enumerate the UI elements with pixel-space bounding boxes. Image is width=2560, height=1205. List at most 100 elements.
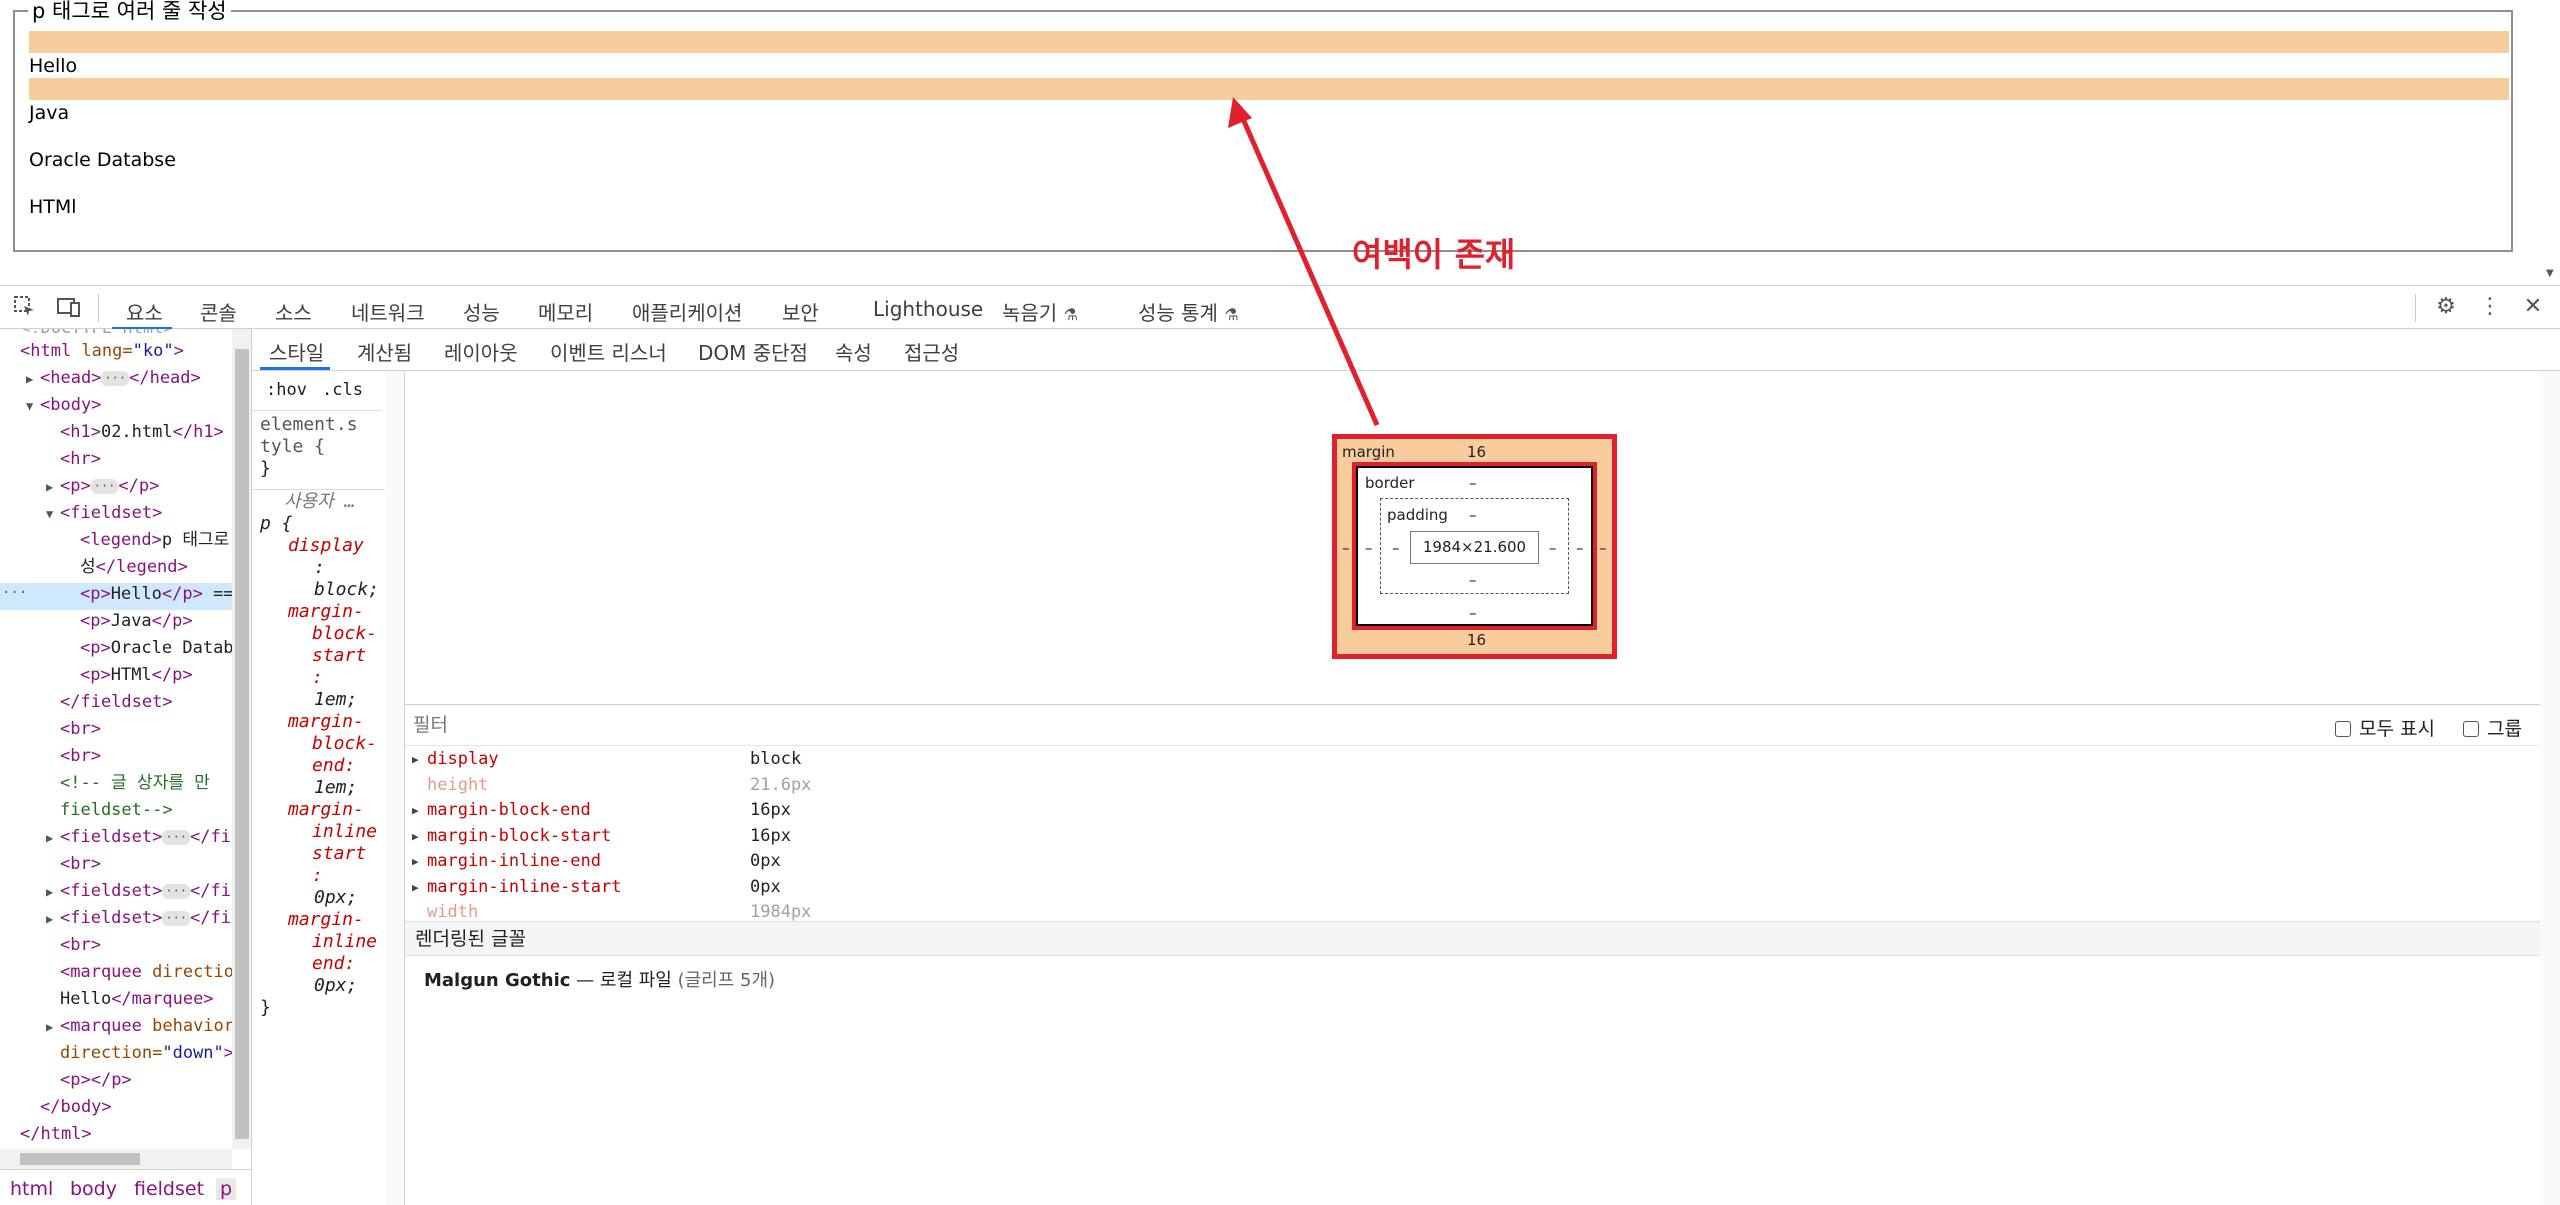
- collapsed-content-icon[interactable]: ···: [162, 829, 191, 845]
- breadcrumb-body[interactable]: body: [70, 1178, 117, 1200]
- computed-property-row[interactable]: ▶ margin-block-start 16px: [405, 824, 2540, 849]
- style-prop-name[interactable]: start: [312, 645, 366, 667]
- margin-top-value[interactable]: 16: [1467, 443, 1486, 461]
- close-devtools-icon[interactable]: ✕: [2520, 294, 2546, 320]
- subtab-event-listeners[interactable]: 이벤트 리스너: [550, 337, 667, 366]
- dom-node-line[interactable]: Hello</marquee>: [46, 986, 214, 1012]
- expand-triangle-icon[interactable]: ▶: [46, 474, 60, 500]
- dom-node-line[interactable]: </body>: [26, 1094, 112, 1120]
- selected-node-dots-icon[interactable]: ···: [2, 585, 27, 601]
- subtab-dom-breakpoints[interactable]: DOM 중단점: [698, 337, 808, 366]
- collapsed-content-icon[interactable]: ···: [162, 910, 191, 926]
- expand-triangle-icon[interactable]: ▶: [46, 906, 60, 932]
- box-model-content[interactable]: 1984×21.600: [1410, 531, 1539, 564]
- expand-triangle-icon[interactable]: ▶: [412, 875, 419, 900]
- expand-triangle-icon[interactable]: ▶: [46, 825, 60, 851]
- dom-node-line[interactable]: ▶ <fieldset> ··· </fi: [46, 878, 231, 904]
- computed-property-row[interactable]: ▶ display block: [405, 747, 2540, 772]
- elements-horizontal-scrollbar[interactable]: [0, 1149, 232, 1169]
- tab-memory[interactable]: 메모리: [538, 297, 593, 326]
- border-top-value[interactable]: –: [1469, 474, 1477, 492]
- subtab-accessibility[interactable]: 접근성: [904, 337, 959, 366]
- style-prop-name[interactable]: margin-: [288, 711, 364, 733]
- styles-scrollbar[interactable]: [385, 371, 404, 1205]
- subtab-computed[interactable]: 계산됨: [357, 337, 412, 366]
- settings-gear-icon[interactable]: ⚙: [2433, 294, 2459, 320]
- expand-triangle-icon[interactable]: ▶: [412, 798, 419, 823]
- style-prop-name[interactable]: :: [312, 865, 323, 887]
- dom-node-line[interactable]: direction="down">: [46, 1040, 234, 1066]
- page-scrollbar[interactable]: ▼: [2540, 0, 2560, 285]
- collapse-triangle-icon[interactable]: ▼: [46, 501, 60, 527]
- elements-scroll-thumb[interactable]: [235, 349, 249, 1139]
- dom-node-line[interactable]: ▶ <fieldset> ··· </fi: [46, 824, 231, 850]
- paragraph-hello[interactable]: Hello: [29, 55, 77, 77]
- show-all-checkbox[interactable]: [2335, 721, 2351, 737]
- padding-left-value[interactable]: –: [1392, 539, 1400, 557]
- dom-node-line[interactable]: ▶ <head> ··· </head>: [26, 365, 201, 391]
- dom-node-line[interactable]: ▼ <body>: [26, 392, 101, 418]
- margin-bottom-value[interactable]: 16: [1467, 631, 1486, 649]
- dom-node-line[interactable]: <p>Hello</p> ==: [66, 581, 234, 607]
- style-prop-name[interactable]: margin-: [288, 909, 364, 931]
- tab-sources[interactable]: 소스: [275, 297, 312, 326]
- scroll-down-icon[interactable]: ▼: [2546, 268, 2554, 279]
- breadcrumb-p[interactable]: p: [216, 1178, 237, 1200]
- expand-triangle-icon[interactable]: ▶: [46, 879, 60, 905]
- tab-elements[interactable]: 요소: [126, 297, 163, 326]
- group-checkbox[interactable]: [2463, 721, 2479, 737]
- tab-performance[interactable]: 성능: [463, 297, 500, 326]
- group-toggle[interactable]: 그룹: [2463, 714, 2522, 741]
- dom-node-line[interactable]: <legend>p 태그로: [66, 527, 229, 553]
- hov-toggle[interactable]: :hov: [266, 380, 307, 400]
- computed-filter-input[interactable]: [413, 711, 1013, 739]
- tab-console[interactable]: 콘솔: [200, 297, 237, 326]
- dom-node-line[interactable]: <!-- 글 상자를 만: [46, 770, 210, 796]
- computed-property-row[interactable]: ▶ margin-block-end 16px: [405, 798, 2540, 823]
- cls-toggle[interactable]: .cls: [322, 380, 363, 400]
- dom-node-line[interactable]: ▶ <fieldset> ··· </fi: [46, 905, 231, 931]
- computed-scrollbar[interactable]: [2540, 371, 2560, 1205]
- tab-recorder[interactable]: 녹음기 ⚗: [1002, 297, 1078, 326]
- device-toolbar-icon[interactable]: [56, 294, 82, 320]
- dom-node-line[interactable]: 성</legend>: [66, 554, 188, 580]
- expand-triangle-icon[interactable]: ▶: [412, 747, 419, 772]
- subtab-layout[interactable]: 레이아웃: [444, 337, 518, 366]
- border-right-value[interactable]: –: [1576, 539, 1584, 557]
- style-prop-name[interactable]: inline: [312, 931, 377, 953]
- style-prop-name[interactable]: end:: [312, 755, 355, 777]
- dom-node-line[interactable]: <marquee directio: [46, 959, 234, 985]
- elements-vertical-scrollbar[interactable]: [232, 329, 251, 1149]
- collapsed-content-icon[interactable]: ···: [101, 370, 130, 386]
- expand-triangle-icon[interactable]: ▶: [46, 1014, 60, 1040]
- dom-node-line[interactable]: <p>HTMl</p>: [66, 662, 193, 688]
- dom-node-line[interactable]: </html>: [6, 1121, 92, 1147]
- dom-node-line[interactable]: <br>: [46, 716, 101, 742]
- paragraph-java[interactable]: Java: [29, 102, 69, 124]
- style-prop-name[interactable]: inline: [312, 821, 377, 843]
- collapse-triangle-icon[interactable]: ▼: [26, 393, 40, 419]
- collapsed-content-icon[interactable]: ···: [162, 883, 191, 899]
- paragraph-oracle[interactable]: Oracle Databse: [29, 149, 176, 171]
- tab-security[interactable]: 보안: [782, 297, 819, 326]
- style-prop-name[interactable]: block-: [312, 623, 377, 645]
- tab-performance-insights[interactable]: 성능 통계 ⚗: [1138, 297, 1239, 326]
- style-prop-name[interactable]: :: [312, 667, 323, 689]
- style-prop-name[interactable]: margin-: [288, 799, 364, 821]
- expand-triangle-icon[interactable]: ▶: [412, 849, 419, 874]
- dom-node-line[interactable]: <br>: [46, 743, 101, 769]
- dom-node-line[interactable]: <p>Oracle Datab: [66, 635, 234, 661]
- dom-node-line[interactable]: ▶ <p> ··· </p>: [46, 473, 159, 499]
- dom-node-line[interactable]: <p>Java</p>: [66, 608, 193, 634]
- style-prop-name[interactable]: block-: [312, 733, 377, 755]
- style-prop-name[interactable]: display: [288, 535, 364, 557]
- computed-property-row[interactable]: height 21.6px: [405, 773, 2540, 798]
- dom-node-line[interactable]: fieldset-->: [46, 797, 173, 823]
- border-left-value[interactable]: –: [1365, 539, 1373, 557]
- tab-network[interactable]: 네트워크: [351, 297, 425, 326]
- tab-lighthouse[interactable]: Lighthouse: [873, 297, 983, 321]
- dom-node-line[interactable]: <br>: [46, 851, 101, 877]
- breadcrumb-html[interactable]: html: [10, 1178, 53, 1200]
- dom-node-line[interactable]: <html lang="ko">: [6, 338, 184, 364]
- show-all-toggle[interactable]: 모두 표시: [2335, 714, 2435, 741]
